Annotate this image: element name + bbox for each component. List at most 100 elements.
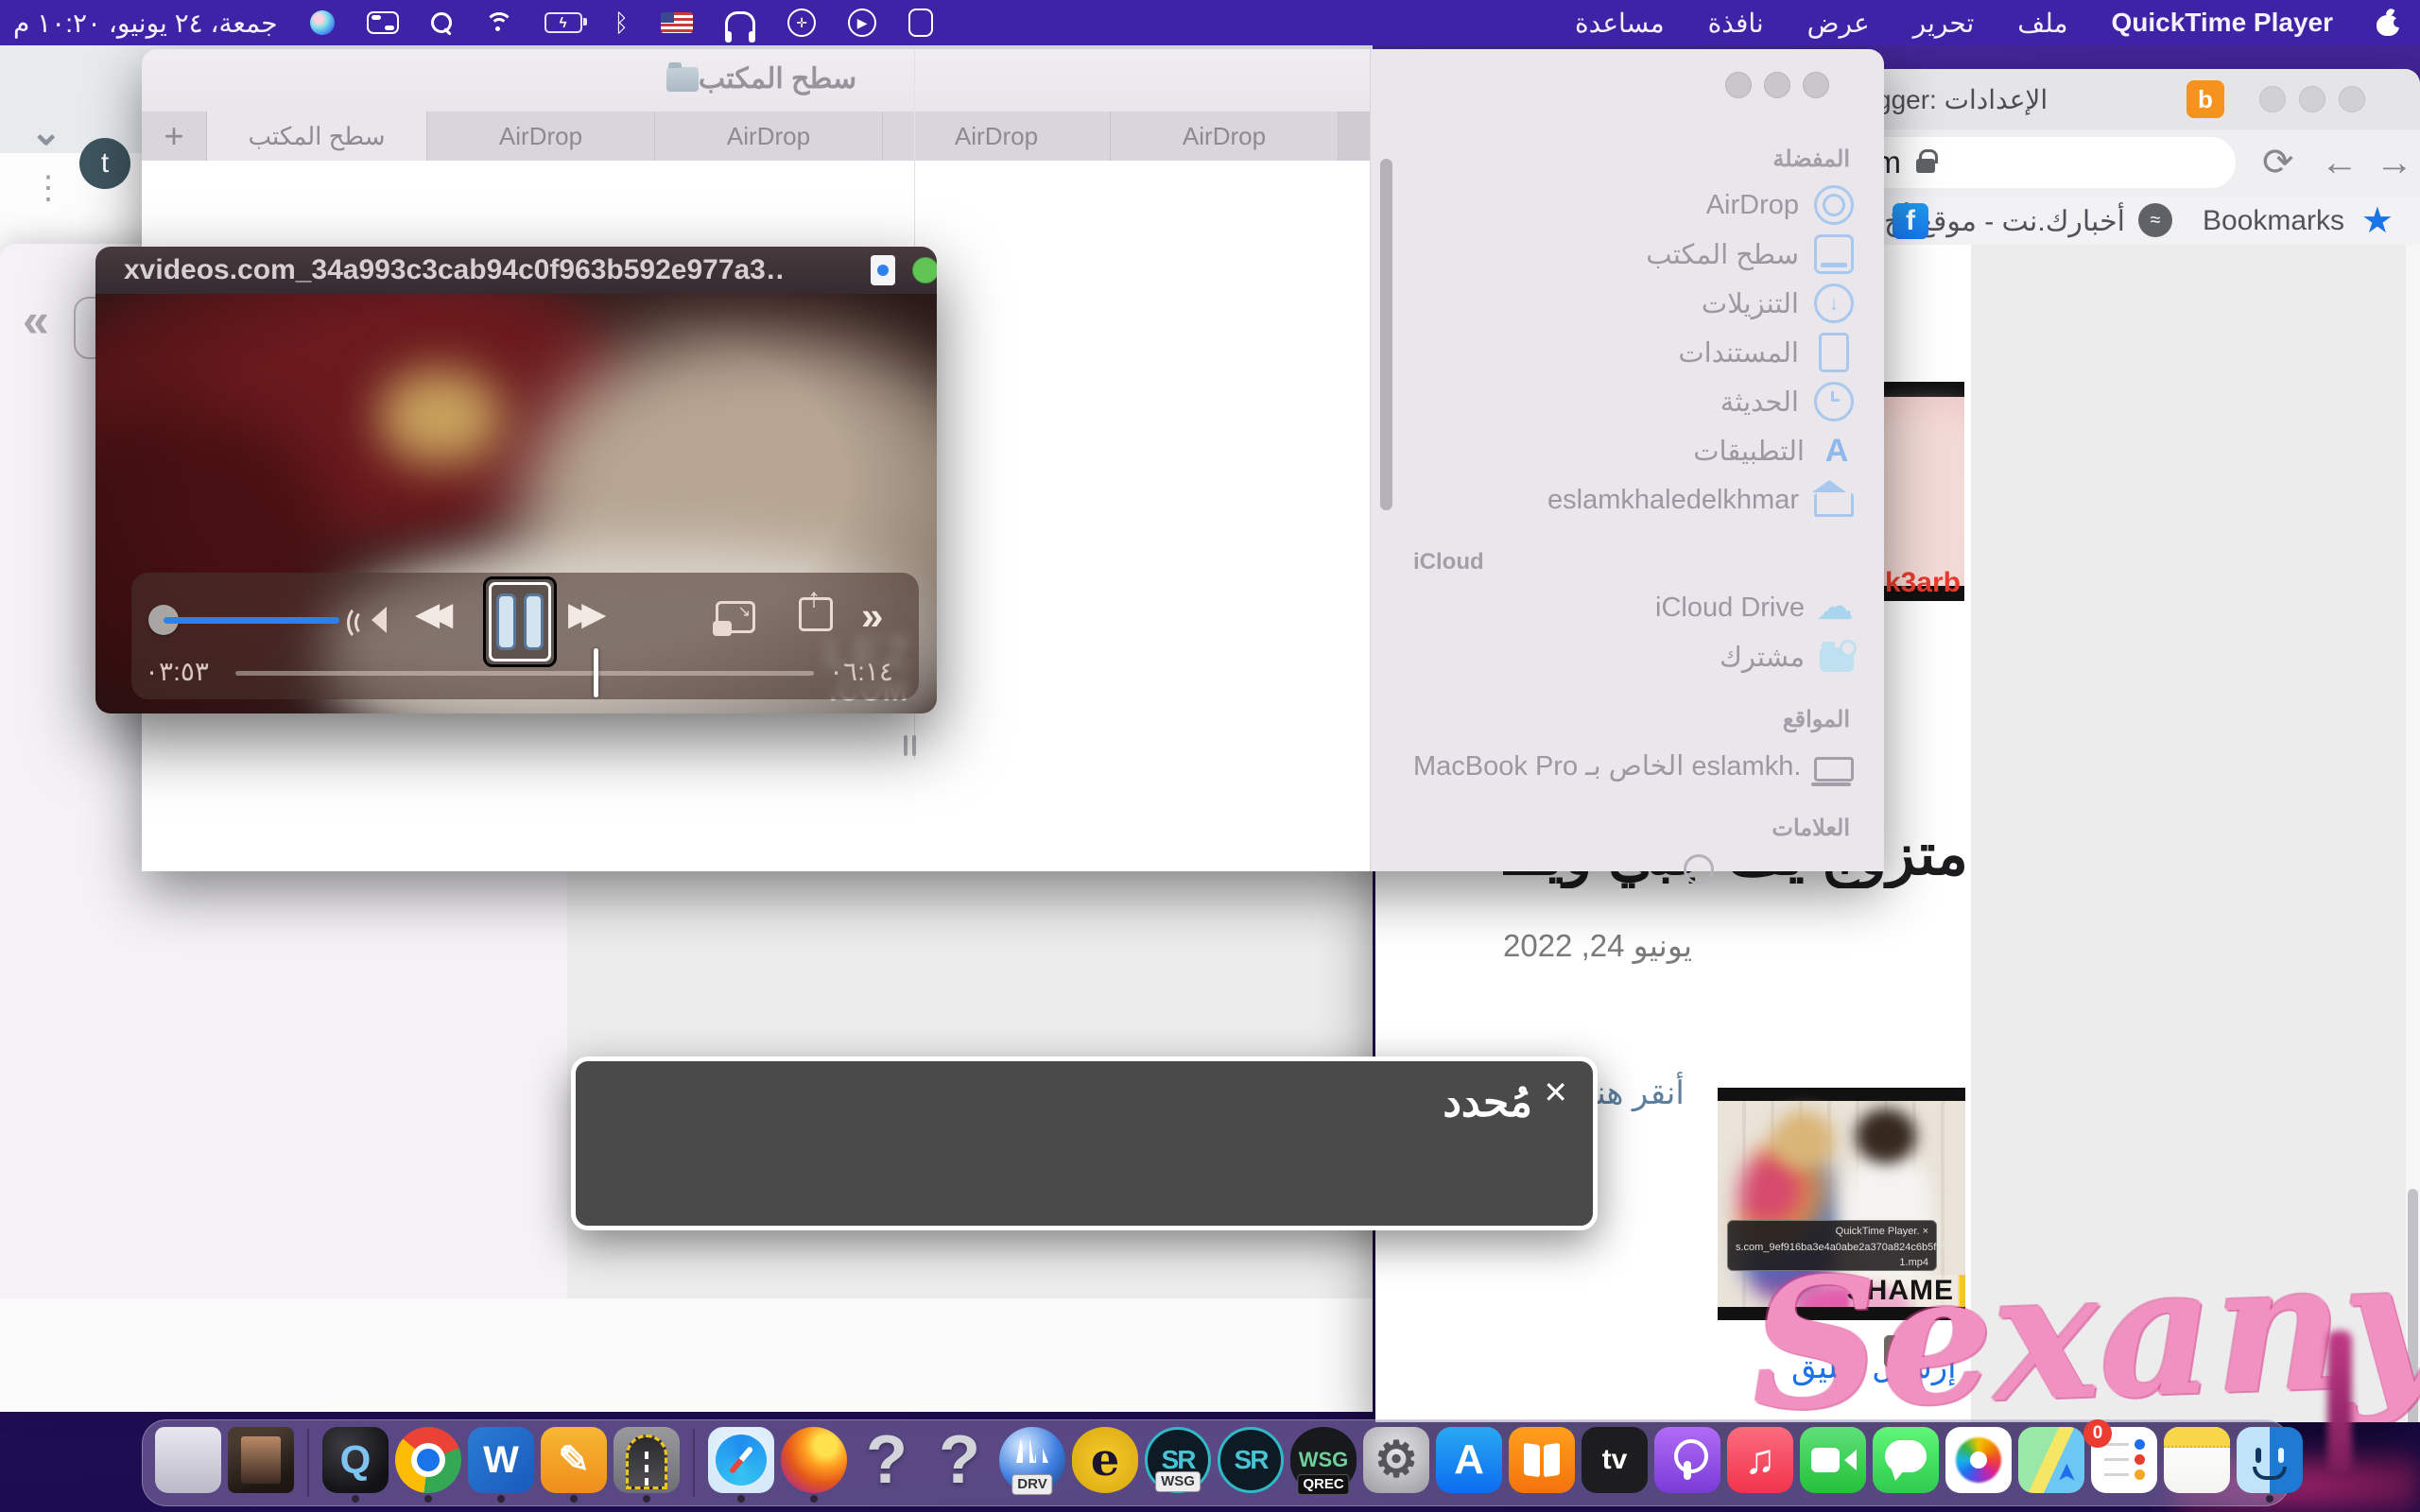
control-center-icon[interactable] [367, 0, 399, 45]
zoom-window-button[interactable] [912, 257, 937, 284]
spotlight-icon[interactable] [431, 0, 452, 45]
facetime-icon[interactable] [1800, 1427, 1866, 1493]
drv-app-icon[interactable]: DRV [999, 1427, 1065, 1493]
app-menu-title[interactable]: QuickTime Player [2112, 8, 2334, 38]
battery-icon[interactable]: ϟ [544, 0, 582, 45]
share-icon[interactable] [799, 597, 833, 631]
forward-button[interactable]: → [2376, 137, 2413, 188]
dock-item-apple-tv[interactable]: tv [1581, 1427, 1649, 1503]
reload-button[interactable]: ⟳ [2262, 137, 2294, 188]
sidebar-item-cloud[interactable]: ☁iCloud Drive [1413, 583, 1858, 632]
safari-icon[interactable] [708, 1427, 774, 1493]
picture-in-picture-icon[interactable] [716, 601, 755, 633]
sr-app-wsg-icon[interactable]: SRWSG [1145, 1427, 1211, 1493]
playhead[interactable] [594, 648, 598, 697]
finder-title-bar[interactable]: سطح المكتب [142, 49, 1370, 112]
music-icon[interactable]: ♫ [1727, 1427, 1793, 1493]
dock-item-app-store[interactable]: A [1435, 1427, 1503, 1503]
close-window-button[interactable] [1725, 72, 1752, 98]
apple-tv-icon[interactable]: tv [1582, 1427, 1648, 1493]
menu-file[interactable]: ملف [2017, 8, 2067, 39]
dock-item-firefox[interactable] [780, 1427, 848, 1503]
bluetooth-icon[interactable]: ᛒ [614, 0, 630, 45]
bookmark-star-icon[interactable]: ★ [2361, 199, 2394, 242]
rewind-button[interactable]: ◀◀ [415, 595, 441, 633]
tunnelblick-icon[interactable] [614, 1427, 680, 1493]
wsg-qrec-app-icon[interactable]: WSGQREC [1290, 1427, 1357, 1493]
pages-icon[interactable]: ✎ [541, 1427, 607, 1493]
sidebar-item-downloads[interactable]: ↓التنزيلات [1413, 279, 1858, 328]
dock-item-safari[interactable] [707, 1427, 775, 1503]
messages-icon[interactable] [1873, 1427, 1939, 1493]
app-store-icon[interactable]: A [1436, 1427, 1502, 1493]
reminders-icon[interactable]: 0 [2091, 1427, 2157, 1493]
dock-item-notes[interactable] [2163, 1427, 2231, 1503]
dock-item-word[interactable]: W [467, 1427, 535, 1503]
dock-item-photos[interactable] [1945, 1427, 2013, 1503]
facebook-icon[interactable]: f [1893, 203, 1928, 239]
pause-button[interactable] [483, 576, 557, 667]
sidebar-item-recents[interactable]: الحديثة [1413, 377, 1858, 426]
finder-tab-airdrop-2[interactable]: AirDrop [655, 112, 883, 161]
dock-item-quicktime[interactable]: Q [321, 1427, 389, 1503]
volume-slider[interactable] [164, 617, 339, 624]
finder-tab-desktop[interactable]: سطح المكتب [207, 112, 427, 161]
sidebar-item-applications[interactable]: Aالتطبيقات [1413, 426, 1858, 475]
finder-tab-airdrop-3[interactable]: AirDrop [883, 112, 1111, 161]
apple-menu-icon[interactable] [2377, 0, 2399, 45]
close-icon[interactable]: ✕ [1543, 1074, 1568, 1110]
quicktime-title-bar[interactable]: xvideos.com_34a993c3cab94c0f963b592e977a… [95, 247, 937, 294]
dock-item-chrome[interactable] [394, 1427, 462, 1503]
dock-item-trash[interactable] [154, 1427, 222, 1503]
dock-item-emotion-app[interactable]: e [1071, 1427, 1139, 1503]
minimize-window-button[interactable] [2299, 86, 2325, 112]
books-icon[interactable] [1509, 1427, 1575, 1493]
zoom-window-button[interactable] [2339, 86, 2365, 112]
dock-item-sr-app-wsg[interactable]: SRWSG [1144, 1427, 1212, 1503]
dock-item-unknown-app-2[interactable]: ? [925, 1427, 994, 1503]
photos-icon[interactable] [1945, 1427, 2012, 1493]
finder-icon[interactable] [2237, 1427, 2303, 1493]
sidebar-item-laptop[interactable]: MacBook Pro الخاص بـ eslamkh... [1413, 741, 1858, 790]
dock-item-pages[interactable]: ✎ [540, 1427, 608, 1503]
accessibility-icon[interactable]: ✛ [787, 0, 816, 45]
more-controls-icon[interactable]: » [861, 593, 883, 639]
emotion-app-icon[interactable]: e [1072, 1427, 1138, 1493]
minimize-window-button[interactable] [1764, 72, 1790, 98]
menu-window[interactable]: نافذة [1708, 8, 1764, 39]
downloads-stack-icon[interactable] [228, 1427, 294, 1493]
unknown-app-2-icon[interactable]: ? [926, 1427, 993, 1493]
notes-icon[interactable] [2164, 1427, 2230, 1493]
dock-item-maps[interactable] [2017, 1427, 2085, 1503]
dock-item-reminders[interactable]: 0 [2090, 1427, 2158, 1503]
system-preferences-icon[interactable]: ⚙ [1363, 1427, 1429, 1493]
media-play-icon[interactable]: ▶ [848, 0, 876, 45]
dock-item-downloads-stack[interactable] [227, 1427, 295, 1503]
display-shape-icon[interactable] [908, 0, 933, 45]
zoom-window-button[interactable] [1803, 72, 1829, 98]
dock-item-drv-app[interactable]: DRV [998, 1427, 1066, 1503]
bookmarks-label[interactable]: Bookmarks [2203, 205, 2344, 237]
input-source-flag-icon[interactable] [661, 0, 693, 45]
finder-tab-airdrop-1[interactable]: AirDrop [427, 112, 655, 161]
scrubber-track[interactable] [235, 671, 814, 676]
sidebar-item-desktop[interactable]: سطح المكتب [1413, 230, 1858, 279]
sidebar-item-airdrop[interactable]: AirDrop [1413, 180, 1858, 230]
firefox-icon[interactable] [781, 1427, 847, 1493]
dock-item-system-preferences[interactable]: ⚙ [1362, 1427, 1430, 1503]
finder-tab-partial[interactable] [1339, 112, 1370, 161]
menu-help[interactable]: مساعدة [1575, 8, 1665, 39]
menu-edit[interactable]: تحرير [1913, 8, 1975, 39]
column-resize-handle[interactable] [904, 735, 925, 756]
dock-item-facetime[interactable] [1799, 1427, 1867, 1503]
quicktime-icon[interactable]: Q [322, 1427, 389, 1493]
sr-app-icon[interactable]: SR [1218, 1427, 1284, 1493]
add-tab-button[interactable]: + [142, 112, 207, 161]
siri-icon[interactable] [310, 0, 335, 45]
chevron-down-icon[interactable]: ⌄ [30, 113, 62, 151]
speaker-icon[interactable] [347, 604, 389, 636]
video-frame[interactable]: LEZ .COM ◀◀ ▶▶ » ٠٣:٥٣ ٠٦:١٤ [95, 294, 937, 713]
dock-item-finder[interactable] [2236, 1427, 2304, 1503]
back-button[interactable]: ← [2321, 137, 2359, 188]
dock-item-wsg-qrec-app[interactable]: WSGQREC [1289, 1427, 1357, 1503]
